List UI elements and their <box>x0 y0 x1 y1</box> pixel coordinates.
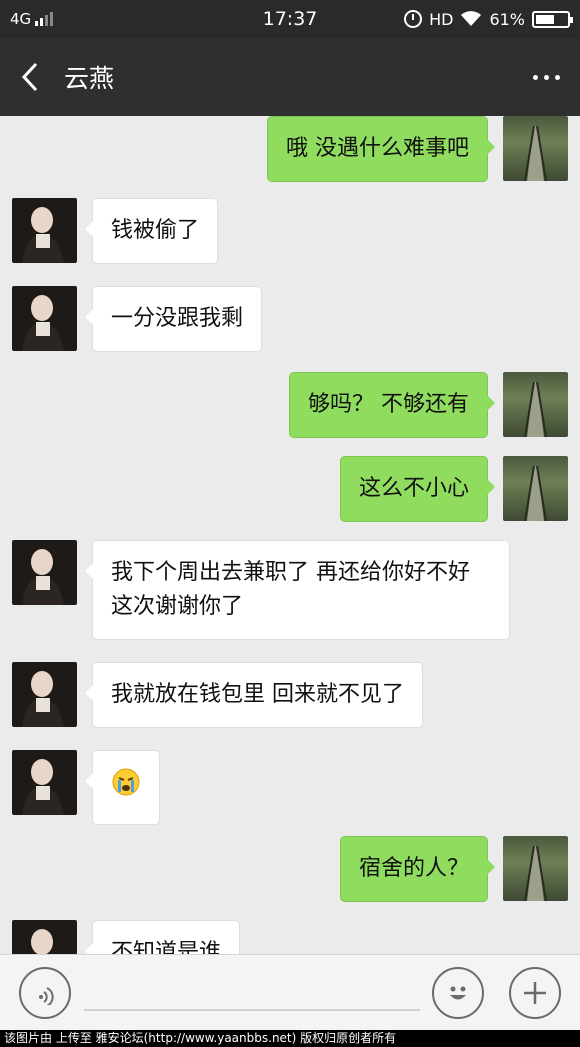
my-avatar[interactable] <box>503 836 568 901</box>
wifi-icon <box>461 11 482 26</box>
message-bubble[interactable] <box>85 750 160 825</box>
message-bubble[interactable]: 够吗？ 不够还有 <box>289 372 495 438</box>
battery-percent: 61% <box>489 9 525 29</box>
contact-photo-icon <box>22 549 64 605</box>
contact-photo-icon <box>22 207 64 263</box>
message-bubble[interactable]: 不知道是谁 <box>84 920 241 954</box>
input-bar <box>0 954 580 1030</box>
chevron-left-icon <box>21 62 38 92</box>
more-functions-button[interactable] <box>509 967 561 1019</box>
contact-avatar[interactable] <box>12 662 77 727</box>
contact-avatar[interactable] <box>12 920 77 954</box>
path-photo-icon <box>524 465 547 521</box>
signal-icon <box>35 12 54 26</box>
message-bubble[interactable]: 一分没跟我剩 <box>84 286 263 352</box>
my-avatar[interactable] <box>503 456 568 521</box>
crying-face-emoji <box>112 768 140 796</box>
my-avatar[interactable] <box>503 372 568 437</box>
message-bubble[interactable]: 宿舍的人？ <box>339 836 496 902</box>
message-bubble[interactable]: 这么不小心 <box>339 456 496 522</box>
hd-indicator: HD <box>429 9 454 29</box>
contact-photo-icon <box>22 671 64 727</box>
network-type: 4G <box>10 10 32 28</box>
voice-button[interactable] <box>19 967 71 1019</box>
message-bubble[interactable]: 我下个周出去兼职了 再还给你好不好 这次谢谢你了 <box>85 540 510 640</box>
message-input[interactable] <box>84 1009 420 1011</box>
message-bubble[interactable]: 我就放在钱包里 回来就不见了 <box>85 662 423 728</box>
more-dot-icon <box>532 74 538 80</box>
emoji-icon <box>450 986 466 1000</box>
path-photo-icon <box>524 381 547 437</box>
path-photo-icon <box>524 845 547 901</box>
chat-header: 云燕 <box>0 38 580 116</box>
plus-icon <box>524 982 546 1004</box>
alarm-icon <box>404 10 423 28</box>
my-avatar[interactable] <box>503 116 568 181</box>
message-bubble[interactable]: 钱被偷了 <box>84 198 219 264</box>
contact-avatar[interactable] <box>12 540 77 605</box>
more-dot-icon <box>554 74 560 80</box>
voice-icon <box>39 987 54 1005</box>
watermark-footer: 该图片由 上传至 雅安论坛(http://www.yaanbbs.net) 版权… <box>0 1030 580 1047</box>
more-dot-icon <box>543 74 549 80</box>
message-list[interactable]: 哦 没遇什么难事吧 钱被偷了 一分没跟我剩 够吗？ 不够还有 这么不小心 我下个 <box>0 116 580 954</box>
message-bubble[interactable]: 哦 没遇什么难事吧 <box>267 116 495 182</box>
contact-avatar[interactable] <box>12 198 77 263</box>
emoji-button[interactable] <box>432 967 484 1019</box>
status-bar: 4G 17:37 HD 61% <box>0 0 580 38</box>
contact-photo-icon <box>22 295 64 351</box>
path-photo-icon <box>524 125 547 181</box>
contact-photo-icon <box>31 929 53 954</box>
contact-avatar[interactable] <box>12 286 77 351</box>
battery-icon <box>532 10 573 28</box>
contact-avatar[interactable] <box>12 750 77 815</box>
contact-photo-icon <box>22 759 64 815</box>
chat-title: 云燕 <box>64 64 115 93</box>
back-button[interactable] <box>0 38 60 116</box>
battery-level <box>536 14 555 24</box>
more-options-button[interactable] <box>512 38 580 116</box>
